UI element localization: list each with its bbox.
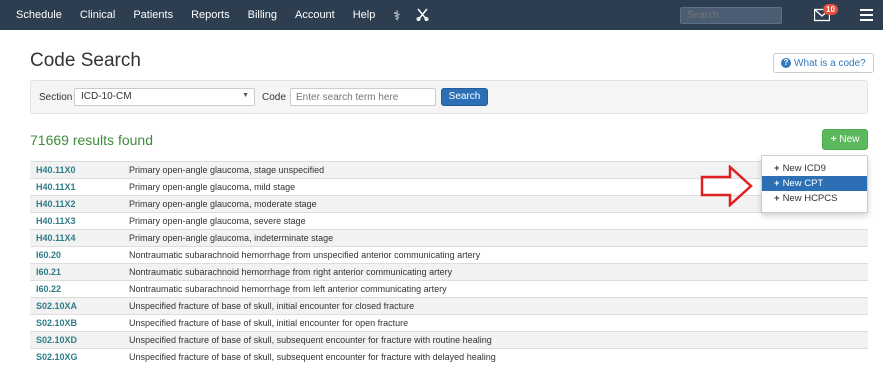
- mail-count-badge: 10: [823, 4, 838, 15]
- results-count: 71669 results found: [30, 132, 153, 148]
- code-description: Nontraumatic subarachnoid hemorrhage fro…: [123, 280, 868, 298]
- code-description: Primary open-angle glaucoma, mild stage: [123, 178, 868, 196]
- nav-item-billing[interactable]: Billing: [248, 9, 277, 21]
- arrow-right-icon: [700, 165, 753, 207]
- plus-icon: +: [774, 178, 780, 189]
- table-row[interactable]: S02.10XG Unspecified fracture of base of …: [30, 348, 868, 366]
- page-title: Code Search: [30, 50, 141, 71]
- code-link[interactable]: S02.10XG: [30, 348, 123, 366]
- table-row[interactable]: H40.11X4 Primary open-angle glaucoma, ind…: [30, 229, 868, 247]
- search-panel: Section ICD-10-CM ▼ Code Search: [30, 80, 868, 114]
- menu-item-new-cpt[interactable]: + New CPT: [762, 176, 867, 191]
- code-link[interactable]: H40.11X3: [30, 212, 123, 230]
- question-circle-icon: ?: [781, 58, 791, 68]
- code-description: Unspecified fracture of base of skull, i…: [123, 297, 868, 315]
- nav-item-reports[interactable]: Reports: [191, 9, 230, 21]
- code-link[interactable]: I60.21: [30, 263, 123, 281]
- table-row[interactable]: H40.11X3 Primary open-angle glaucoma, sev…: [30, 212, 868, 230]
- code-description: Unspecified fracture of base of skull, s…: [123, 348, 868, 366]
- table-row[interactable]: I60.22 Nontraumatic subarachnoid hemorrha…: [30, 280, 868, 298]
- scissors-icon[interactable]: [416, 8, 429, 23]
- code-description: Nontraumatic subarachnoid hemorrhage fro…: [123, 263, 868, 281]
- nav-item-account[interactable]: Account: [295, 9, 335, 21]
- code-description: Nontraumatic subarachnoid hemorrhage fro…: [123, 246, 868, 264]
- code-link[interactable]: I60.20: [30, 246, 123, 264]
- nav-menu: Schedule Clinical Patients Reports Billi…: [16, 0, 445, 30]
- code-search-input[interactable]: [290, 88, 436, 106]
- section-select-value: ICD-10-CM: [81, 91, 132, 102]
- code-description: Primary open-angle glaucoma, stage unspe…: [123, 161, 868, 179]
- nav-item-patients[interactable]: Patients: [133, 9, 173, 21]
- code-link[interactable]: H40.11X1: [30, 178, 123, 196]
- table-row[interactable]: I60.20 Nontraumatic subarachnoid hemorrha…: [30, 246, 868, 264]
- plus-icon: +: [830, 134, 837, 145]
- code-link[interactable]: H40.11X0: [30, 161, 123, 179]
- code-link[interactable]: H40.11X2: [30, 195, 123, 213]
- code-description: Primary open-angle glaucoma, indetermina…: [123, 229, 868, 247]
- global-search-input[interactable]: [680, 7, 782, 24]
- new-button-label: New: [839, 134, 860, 145]
- table-row[interactable]: S02.10XB Unspecified fracture of base of …: [30, 314, 868, 332]
- section-select[interactable]: ICD-10-CM ▼: [74, 88, 255, 106]
- code-link[interactable]: I60.22: [30, 280, 123, 298]
- menu-item-new-icd9[interactable]: + New ICD9: [762, 161, 867, 176]
- code-label: Code: [262, 92, 286, 103]
- top-navbar: Schedule Clinical Patients Reports Billi…: [0, 0, 883, 30]
- code-description: Unspecified fracture of base of skull, i…: [123, 314, 868, 332]
- hamburger-menu-icon[interactable]: [860, 9, 873, 21]
- what-is-a-code-button[interactable]: ? What is a code?: [773, 53, 874, 73]
- search-button[interactable]: Search: [441, 88, 488, 106]
- code-link[interactable]: S02.10XA: [30, 297, 123, 315]
- nav-item-clinical[interactable]: Clinical: [80, 9, 115, 21]
- menu-item-new-hcpcs[interactable]: + New HCPCS: [762, 191, 867, 206]
- code-link[interactable]: H40.11X4: [30, 229, 123, 247]
- plus-icon: +: [774, 163, 780, 174]
- code-description: Unspecified fracture of base of skull, s…: [123, 331, 868, 349]
- caduceus-icon[interactable]: ⚕: [393, 9, 400, 22]
- table-row[interactable]: S02.10XD Unspecified fracture of base of …: [30, 331, 868, 349]
- table-row[interactable]: I60.21 Nontraumatic subarachnoid hemorrha…: [30, 263, 868, 281]
- code-description: Primary open-angle glaucoma, moderate st…: [123, 195, 868, 213]
- code-description: Primary open-angle glaucoma, severe stag…: [123, 212, 868, 230]
- table-row[interactable]: S02.10XA Unspecified fracture of base of …: [30, 297, 868, 315]
- what-is-a-code-label: What is a code?: [794, 57, 866, 69]
- section-label: Section: [39, 92, 73, 103]
- nav-item-schedule[interactable]: Schedule: [16, 9, 62, 21]
- caret-down-icon: ▼: [242, 92, 249, 99]
- code-link[interactable]: S02.10XB: [30, 314, 123, 332]
- nav-item-help[interactable]: Help: [353, 9, 376, 21]
- code-link[interactable]: S02.10XD: [30, 331, 123, 349]
- new-dropdown-menu: + New ICD9 + New CPT + New HCPCS: [761, 155, 868, 213]
- new-button[interactable]: + New: [822, 129, 868, 150]
- plus-icon: +: [774, 193, 780, 204]
